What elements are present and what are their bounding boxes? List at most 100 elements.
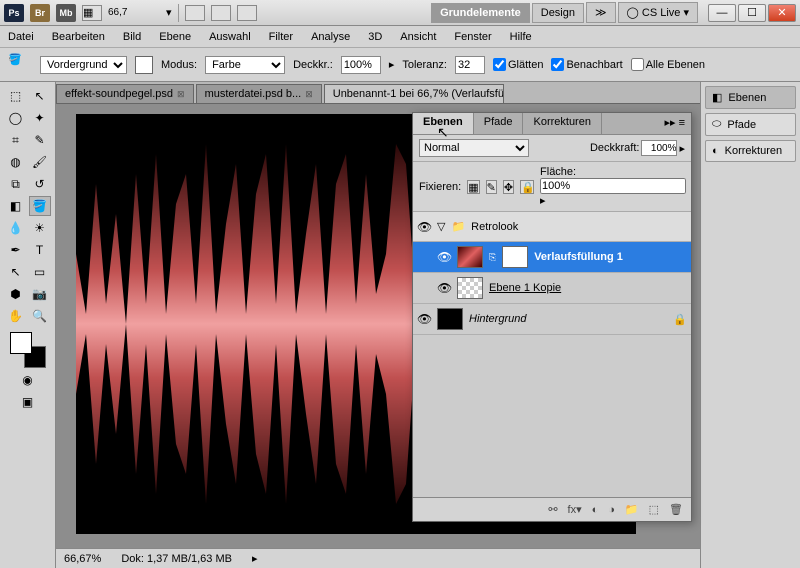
layer-fill[interactable]: 👁 ⎘ Verlaufsfüllung 1 bbox=[413, 242, 691, 273]
mask-thumb[interactable] bbox=[502, 246, 528, 268]
mode-select[interactable]: Farbe bbox=[205, 56, 285, 74]
stamp-tool[interactable]: ⧉ bbox=[5, 174, 27, 194]
title-zoom[interactable]: 66,7 bbox=[108, 7, 160, 18]
visibility-icon[interactable]: 👁 bbox=[437, 250, 451, 264]
layer-thumb[interactable] bbox=[437, 308, 463, 330]
blend-mode-select[interactable]: Normal bbox=[419, 139, 529, 157]
arrange-icon[interactable] bbox=[185, 5, 205, 21]
extras-icon[interactable] bbox=[237, 5, 257, 21]
workspace-essentials[interactable]: Grundelemente bbox=[431, 3, 530, 23]
layer-background[interactable]: 👁 Hintergrund 🔒 bbox=[413, 304, 691, 335]
menu-bearbeiten[interactable]: Bearbeiten bbox=[52, 31, 105, 43]
hand-tool[interactable]: ✋ bbox=[5, 306, 27, 326]
group-icon[interactable]: 📁 bbox=[625, 503, 639, 516]
panel-btn-pfade[interactable]: ⬭Pfade bbox=[705, 113, 796, 136]
link-layers-icon[interactable]: ⚯ bbox=[548, 503, 557, 516]
new-layer-icon[interactable]: ⬚ bbox=[649, 503, 659, 516]
contiguous-check[interactable]: Benachbart bbox=[551, 58, 622, 71]
all-layers-check[interactable]: Alle Ebenen bbox=[631, 58, 705, 71]
fx-icon[interactable]: fx▾ bbox=[568, 503, 582, 516]
history-brush[interactable]: ↺ bbox=[29, 174, 51, 194]
lock-transparency-icon[interactable]: ▦ bbox=[467, 180, 479, 194]
mb-icon[interactable]: Mb bbox=[56, 4, 76, 22]
lock-position-icon[interactable]: ✥ bbox=[503, 180, 514, 194]
cslive-button[interactable]: ◯ CS Live ▾ bbox=[618, 2, 698, 23]
status-zoom[interactable]: 66,67% bbox=[64, 553, 101, 565]
bucket-tool[interactable]: 🪣 bbox=[29, 196, 51, 216]
tolerance-input[interactable] bbox=[455, 56, 485, 74]
color-swatches[interactable] bbox=[10, 332, 46, 368]
path-tool[interactable]: ↖ bbox=[5, 262, 27, 282]
visibility-icon[interactable]: 👁 bbox=[417, 220, 431, 234]
lp-tab-pfade[interactable]: Pfade bbox=[474, 113, 524, 134]
tab-1[interactable]: musterdatei.psd b...⊠ bbox=[196, 84, 322, 103]
menu-ebene[interactable]: Ebene bbox=[159, 31, 191, 43]
3d-cam-tool[interactable]: 📷 bbox=[29, 284, 51, 304]
lp-tab-ebenen[interactable]: Ebenen bbox=[413, 113, 474, 134]
layer-opacity-input[interactable] bbox=[641, 140, 677, 156]
layer-thumb[interactable] bbox=[457, 246, 483, 268]
screen-mode[interactable]: ▣ bbox=[17, 392, 39, 412]
3d-tool[interactable]: ⬢ bbox=[5, 284, 27, 304]
fill-input[interactable] bbox=[540, 178, 686, 194]
minimize-button[interactable]: — bbox=[708, 4, 736, 22]
layer-thumb[interactable] bbox=[457, 277, 483, 299]
menu-bild[interactable]: Bild bbox=[123, 31, 141, 43]
quick-mask[interactable]: ◉ bbox=[17, 370, 39, 390]
maximize-button[interactable]: ☐ bbox=[738, 4, 766, 22]
brush-tool[interactable]: 🖌 bbox=[29, 152, 51, 172]
lock-all-icon[interactable]: 🔒 bbox=[520, 180, 534, 194]
lock-pixels-icon[interactable]: ✎ bbox=[486, 180, 497, 194]
panel-btn-korrekturen[interactable]: ◐Korrekturen bbox=[705, 140, 796, 162]
menu-datei[interactable]: Datei bbox=[8, 31, 34, 43]
heal-tool[interactable]: ◍ bbox=[5, 152, 27, 172]
visibility-icon[interactable]: 👁 bbox=[417, 312, 431, 326]
wand-tool[interactable]: ✦ bbox=[29, 108, 51, 128]
lasso-tool[interactable]: ◯ bbox=[5, 108, 27, 128]
type-tool[interactable]: T bbox=[29, 240, 51, 260]
bridge-icon[interactable]: Br bbox=[30, 4, 50, 22]
menu-auswahl[interactable]: Auswahl bbox=[209, 31, 251, 43]
visibility-icon[interactable]: 👁 bbox=[437, 281, 451, 295]
shape-tool[interactable]: ▭ bbox=[29, 262, 51, 282]
eyedropper-tool[interactable]: ✎ bbox=[29, 130, 51, 150]
tab-2[interactable]: Unbenannt-1 bei 66,7% (Verlaufsfüllung 1… bbox=[324, 84, 504, 103]
layer-normal[interactable]: 👁 Ebene 1 Kopie bbox=[413, 273, 691, 304]
workspace-design[interactable]: Design bbox=[532, 3, 584, 23]
group-collapse-icon[interactable]: ▽ bbox=[437, 220, 445, 233]
menu-filter[interactable]: Filter bbox=[269, 31, 293, 43]
menu-analyse[interactable]: Analyse bbox=[311, 31, 350, 43]
antialias-check[interactable]: Glätten bbox=[493, 58, 543, 71]
status-doc[interactable]: Dok: 1,37 MB/1,63 MB bbox=[121, 553, 232, 565]
layer-group[interactable]: 👁 ▽ 📁 Retrolook bbox=[413, 212, 691, 242]
lp-tab-korrekturen[interactable]: Korrekturen bbox=[523, 113, 601, 134]
fill-source-select[interactable]: Vordergrund bbox=[40, 56, 127, 74]
crop-tool[interactable]: ⌗ bbox=[5, 130, 27, 150]
move-tool-arrow[interactable]: ↖ bbox=[29, 86, 51, 106]
mask-icon[interactable]: ◐ bbox=[592, 504, 599, 516]
trash-icon[interactable]: 🗑 bbox=[669, 503, 683, 516]
panel-btn-ebenen[interactable]: ◧Ebenen bbox=[705, 86, 796, 109]
dodge-tool[interactable]: ☀ bbox=[29, 218, 51, 238]
close-icon[interactable]: ⊠ bbox=[177, 89, 185, 100]
workspace-more[interactable]: ≫ bbox=[586, 2, 616, 23]
screen-mode-icon[interactable] bbox=[211, 5, 231, 21]
pattern-swatch[interactable] bbox=[135, 56, 153, 74]
menu-fenster[interactable]: Fenster bbox=[454, 31, 491, 43]
blur-tool[interactable]: 💧 bbox=[5, 218, 27, 238]
opacity-input[interactable] bbox=[341, 56, 381, 74]
move-tool[interactable]: ⬚ bbox=[5, 86, 27, 106]
menu-hilfe[interactable]: Hilfe bbox=[510, 31, 532, 43]
menu-3d[interactable]: 3D bbox=[368, 31, 382, 43]
pen-tool[interactable]: ✒ bbox=[5, 240, 27, 260]
menu-ansicht[interactable]: Ansicht bbox=[400, 31, 436, 43]
fg-color[interactable] bbox=[10, 332, 32, 354]
eraser-tool[interactable]: ◧ bbox=[5, 196, 27, 216]
tab-0[interactable]: effekt-soundpegel.psd⊠ bbox=[56, 84, 194, 103]
close-button[interactable]: ✕ bbox=[768, 4, 796, 22]
zoom-tool[interactable]: 🔍 bbox=[29, 306, 51, 326]
view-extras-icon[interactable]: ▦ bbox=[82, 5, 102, 21]
adjustment-icon[interactable]: ◑ bbox=[608, 504, 615, 516]
close-icon[interactable]: ⊠ bbox=[305, 89, 313, 100]
panel-menu-icon[interactable]: ▸▸ ≡ bbox=[658, 113, 691, 134]
